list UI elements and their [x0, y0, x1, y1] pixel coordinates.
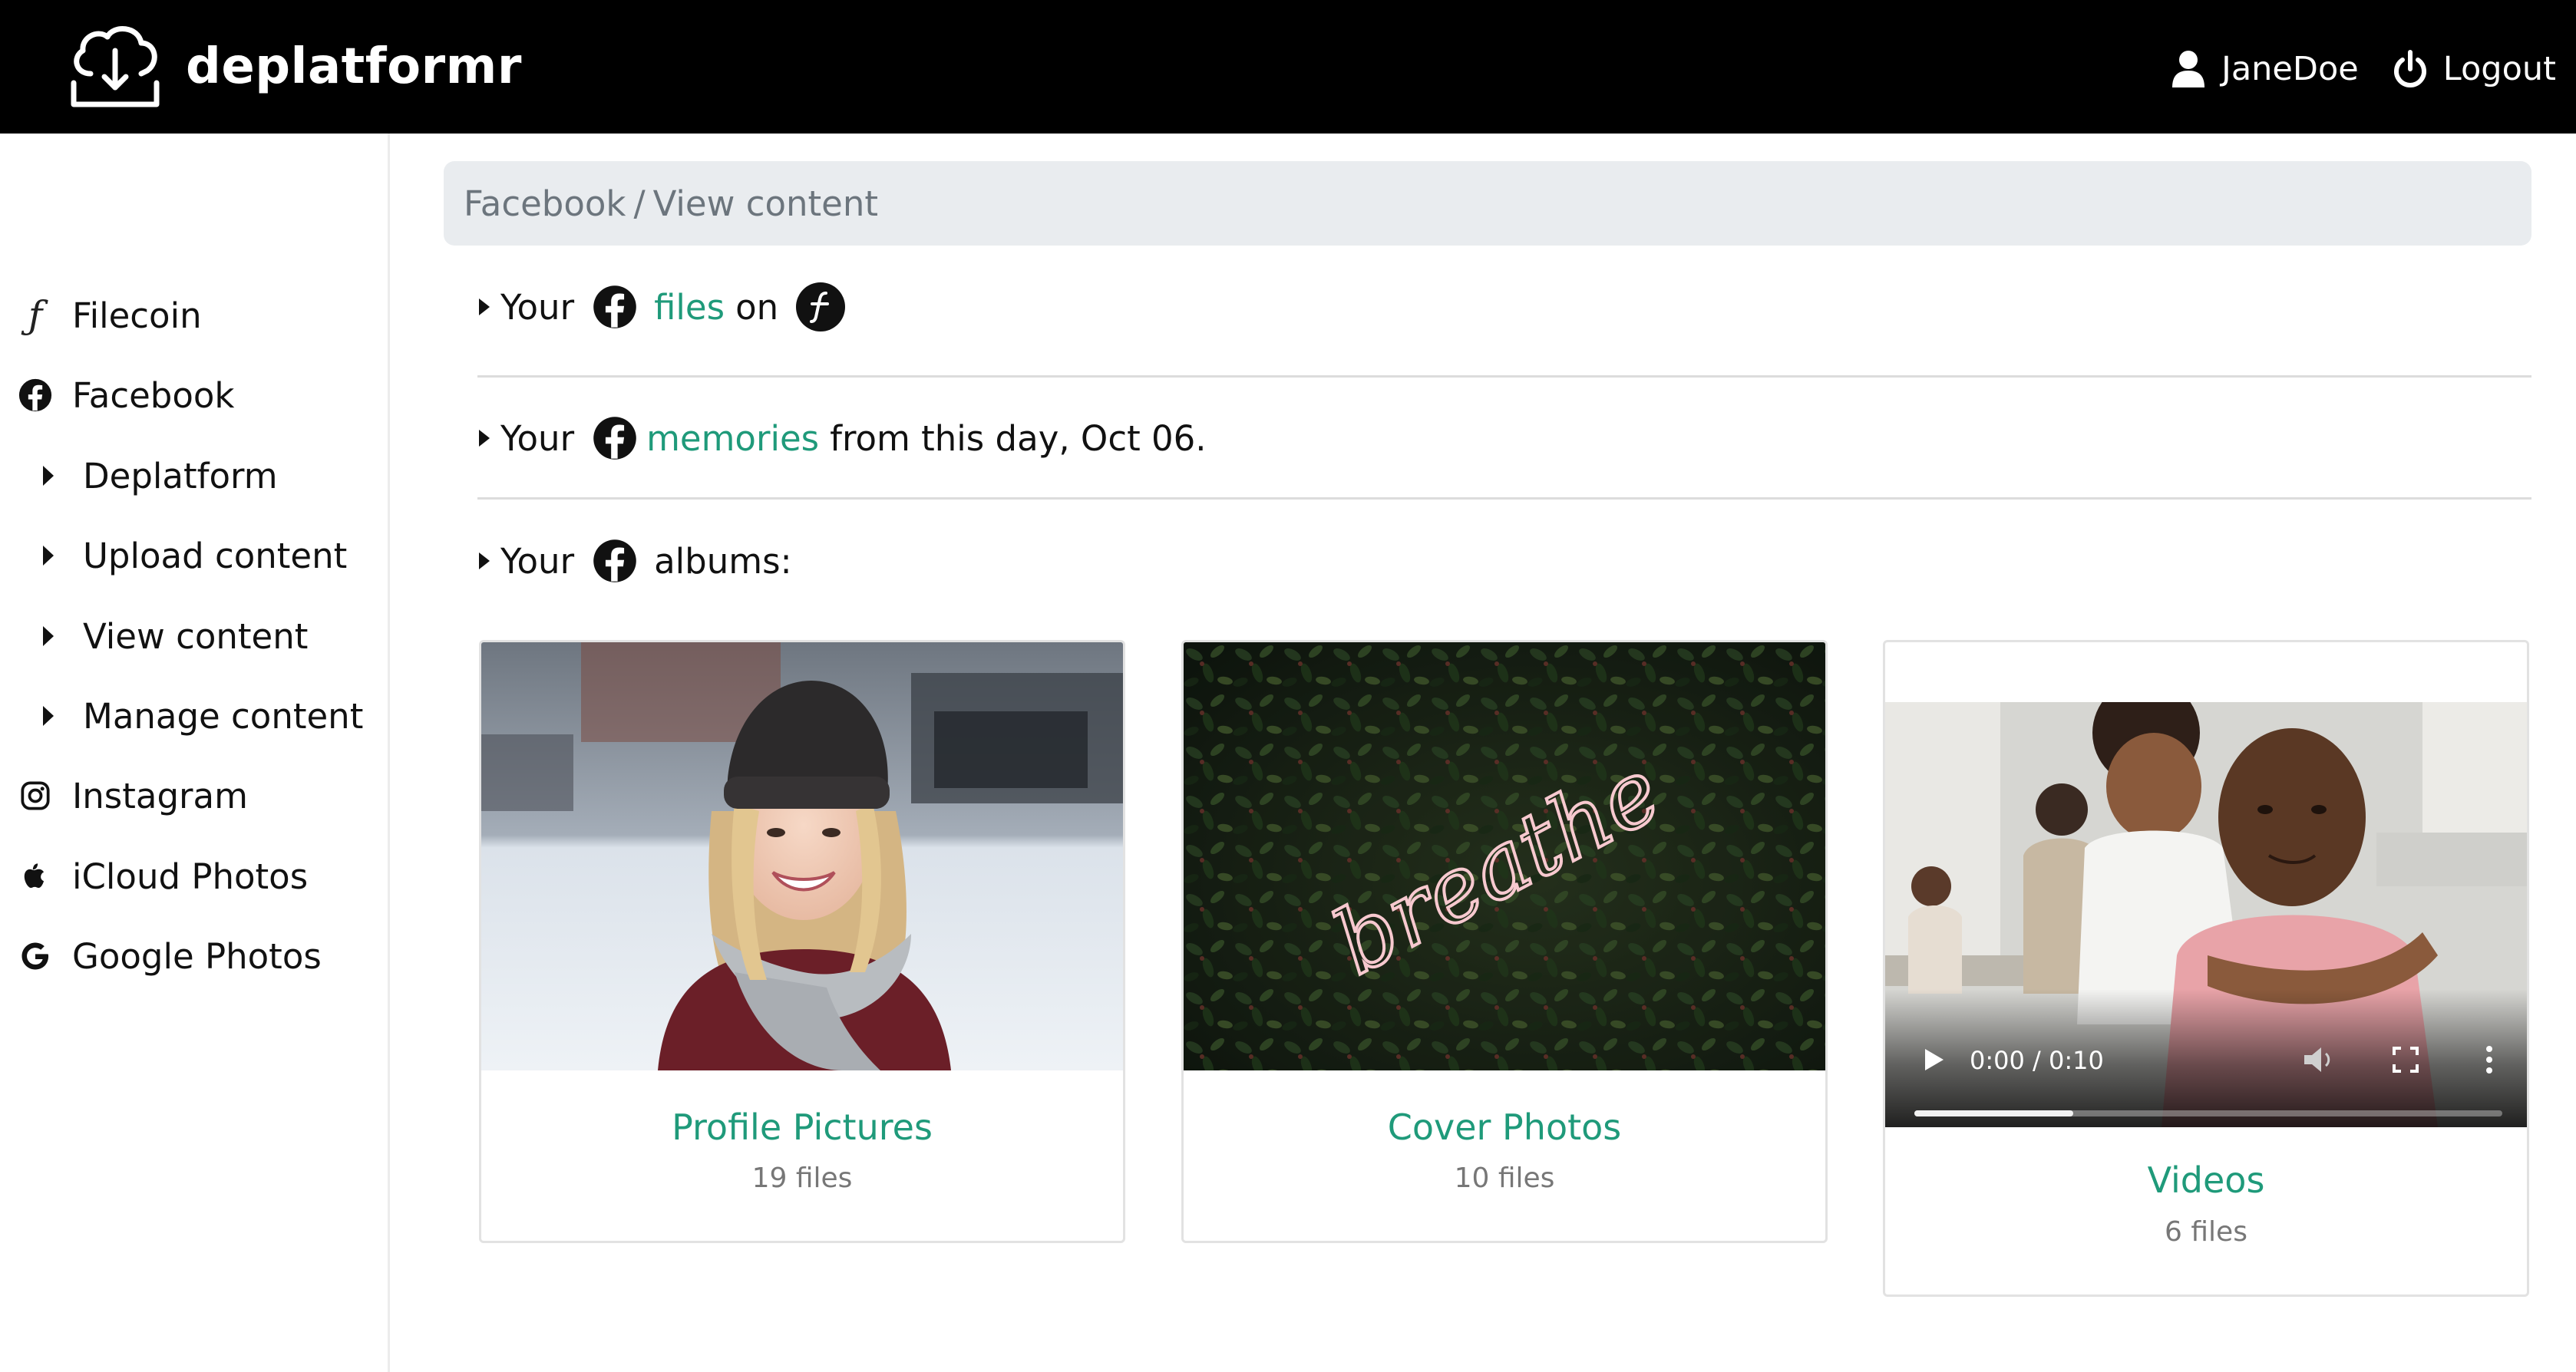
brand[interactable]: deplatformr — [68, 23, 522, 110]
sidebar-item-label: Instagram — [72, 775, 248, 816]
album-file-count: 6 files — [2165, 1216, 2247, 1248]
section-prefix: Your — [500, 286, 575, 328]
sidebar-item-deplatform[interactable]: Deplatform — [40, 449, 278, 503]
video-player[interactable]: 0:00 / 0:10 — [1885, 702, 2527, 1127]
brand-name: deplatformr — [186, 38, 522, 95]
section-divider — [477, 497, 2531, 500]
video-progress-bar[interactable] — [1914, 1110, 2502, 1116]
sidebar-item-icloud-photos[interactable]: iCloud Photos — [17, 849, 308, 903]
sidebar-item-instagram[interactable]: Instagram — [17, 769, 248, 823]
sidebar-item-label: Google Photos — [72, 935, 322, 977]
power-icon — [2393, 50, 2426, 87]
facebook-icon — [593, 539, 636, 582]
sidebar-item-label: Deplatform — [83, 455, 278, 496]
album-card-videos[interactable]: 0:00 / 0:10 Videos 6 files — [1883, 640, 2529, 1297]
sidebar-item-label: View content — [83, 615, 309, 657]
sidebar-item-manage-content[interactable]: Manage content — [40, 689, 363, 743]
logout-link[interactable]: Logout — [2393, 49, 2556, 89]
album-cover-photo — [481, 642, 1123, 1070]
section-suffix: on — [735, 286, 779, 328]
breadcrumb: Facebook / View content — [444, 161, 2531, 246]
volume-icon[interactable] — [2301, 1044, 2335, 1075]
caret-right-icon — [43, 706, 54, 726]
username: JaneDoe — [2221, 50, 2359, 88]
section-files: Your files on — [477, 278, 846, 336]
section-divider — [477, 375, 2531, 378]
album-cover-photo: breathe — [1184, 642, 1825, 1070]
filecoin-icon — [796, 282, 846, 331]
instagram-icon — [17, 777, 54, 814]
breadcrumb-separator: / — [633, 183, 646, 224]
section-prefix: Your — [500, 540, 575, 582]
apple-icon — [17, 858, 54, 895]
sidebar-item-label: Facebook — [72, 374, 235, 416]
sidebar-item-upload-content[interactable]: Upload content — [40, 529, 347, 582]
top-navbar: deplatformr JaneDoe Logout — [0, 0, 2576, 134]
sidebar-item-google-photos[interactable]: Google Photos — [17, 929, 322, 983]
sidebar-item-label: Manage content — [83, 695, 364, 737]
sidebar: ƒ Filecoin Facebook Deplatform Upload co… — [0, 134, 390, 1372]
album-title[interactable]: Profile Pictures — [481, 1107, 1123, 1148]
caret-right-icon — [43, 466, 54, 486]
filecoin-icon: ƒ — [28, 293, 43, 338]
play-icon[interactable] — [1922, 1046, 1947, 1074]
section-suffix: from this day, Oct 06. — [830, 417, 1207, 459]
section-suffix: albums: — [654, 540, 792, 582]
breadcrumb-current: View content — [652, 183, 879, 224]
google-icon — [17, 938, 54, 975]
caret-right-icon — [43, 546, 54, 566]
section-albums: Your albums: — [477, 532, 792, 590]
user-profile-link[interactable]: JaneDoe — [2171, 49, 2359, 89]
album-title[interactable]: Videos — [1885, 1159, 2527, 1201]
files-link[interactable]: files — [654, 287, 725, 328]
facebook-icon — [17, 377, 54, 414]
caret-right-icon[interactable] — [477, 549, 491, 572]
facebook-icon — [593, 285, 636, 328]
caret-right-icon[interactable] — [477, 427, 491, 450]
user-area: JaneDoe Logout — [2171, 40, 2556, 98]
sidebar-item-filecoin[interactable]: ƒ Filecoin — [17, 289, 202, 342]
caret-right-icon — [43, 626, 54, 646]
fullscreen-icon[interactable] — [2392, 1046, 2419, 1074]
more-options-icon[interactable] — [2484, 1044, 2495, 1075]
album-card-cover-photos[interactable]: breathe Cover Photos 10 files — [1181, 640, 1828, 1243]
section-memories: Your memories from this day, Oct 06. — [477, 409, 1207, 467]
caret-right-icon[interactable] — [477, 295, 491, 318]
user-icon — [2172, 51, 2205, 87]
video-time: 0:00 / 0:10 — [1970, 1046, 2104, 1075]
album-title[interactable]: Cover Photos — [1184, 1107, 1825, 1148]
sidebar-item-view-content[interactable]: View content — [40, 609, 308, 663]
sidebar-item-label: iCloud Photos — [72, 856, 309, 897]
album-card-profile-pictures[interactable]: Profile Pictures 19 files — [479, 640, 1125, 1243]
memories-link[interactable]: memories — [646, 418, 819, 459]
video-progress-fill — [1914, 1110, 2073, 1116]
section-prefix: Your — [500, 417, 575, 459]
album-file-count: 10 files — [1454, 1163, 1555, 1194]
sidebar-item-facebook[interactable]: Facebook — [17, 368, 234, 422]
facebook-icon — [593, 417, 636, 460]
album-file-count: 19 files — [751, 1163, 853, 1194]
sidebar-item-label: Upload content — [83, 535, 348, 576]
cloud-download-logo-icon — [71, 26, 160, 107]
breadcrumb-root[interactable]: Facebook — [464, 183, 626, 224]
sidebar-item-label: Filecoin — [72, 295, 202, 336]
logout-label: Logout — [2442, 50, 2556, 88]
